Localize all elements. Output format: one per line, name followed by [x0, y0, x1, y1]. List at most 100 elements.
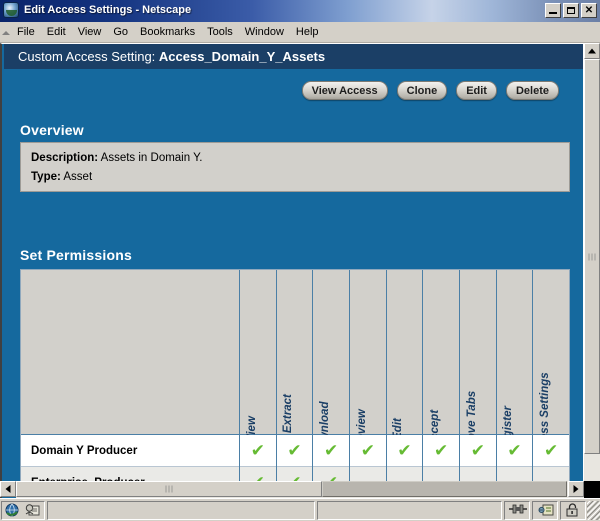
- menu-item-file[interactable]: File: [11, 24, 41, 40]
- window-titlebar[interactable]: Edit Access Settings - Netscape ✕: [0, 0, 600, 22]
- window-hscroll-right-button[interactable]: [568, 481, 584, 497]
- view-access-button[interactable]: View Access: [301, 80, 388, 100]
- action-button-bar: View Access Clone Edit Delete: [2, 77, 583, 103]
- type-value: Asset: [63, 171, 93, 183]
- permissions-table: View Use / Extract Download Review Edit Accep…: [20, 269, 570, 498]
- column-header: Download: [312, 270, 349, 456]
- statusbar-message-panel: [47, 500, 315, 520]
- banner-setting-name: Access_Domain_Y_Assets: [158, 49, 326, 64]
- window-title: Edit Access Settings - Netscape: [24, 4, 192, 16]
- scroll-thumb-grip: [165, 485, 173, 493]
- clone-button[interactable]: Clone: [396, 80, 448, 100]
- permission-cell-checked[interactable]: ✔: [385, 435, 423, 467]
- arrow-up-icon: [588, 48, 596, 54]
- permission-cell-checked[interactable]: ✔: [275, 435, 313, 467]
- vscroll-up-button[interactable]: [584, 43, 600, 59]
- statusbar-connection-panel[interactable]: [504, 500, 530, 520]
- permission-cell-checked[interactable]: ✔: [422, 435, 459, 467]
- plugin-key-icon[interactable]: [537, 503, 554, 518]
- check-icon: ✔: [324, 441, 339, 461]
- menu-item-window[interactable]: Window: [239, 24, 290, 40]
- column-header: Accept: [422, 270, 459, 448]
- arrow-left-icon: [5, 485, 11, 493]
- netscape-globe-icon[interactable]: [5, 503, 21, 518]
- check-icon: ✔: [250, 441, 265, 461]
- overview-section-title: Overview: [20, 122, 84, 138]
- check-icon: ✔: [507, 441, 522, 461]
- permission-cell-checked[interactable]: ✔: [495, 435, 533, 467]
- menu-item-view[interactable]: View: [72, 24, 108, 40]
- window-hscroll-thumb[interactable]: [16, 481, 322, 497]
- statusbar-component-bar: [1, 500, 45, 520]
- menu-item-help[interactable]: Help: [290, 24, 325, 40]
- close-icon: ✕: [584, 5, 594, 16]
- close-button[interactable]: ✕: [581, 3, 597, 18]
- permission-cell-checked[interactable]: ✔: [349, 435, 386, 467]
- page-banner: Custom Access Setting: Access_Domain_Y_A…: [4, 44, 583, 69]
- titlebar-left: Edit Access Settings - Netscape: [3, 2, 191, 18]
- description-value: Assets in Domain Y.: [100, 152, 203, 164]
- window-controls: ✕: [545, 3, 597, 18]
- statusbar-progress-panel: [317, 500, 502, 520]
- column-header: Register: [495, 270, 533, 452]
- window-hscroll-track[interactable]: [16, 481, 584, 498]
- column-header: Edit Access Settings: [532, 270, 569, 486]
- window-horizontal-scrollbar[interactable]: [0, 481, 600, 498]
- statusbar-security-panel[interactable]: [560, 500, 586, 520]
- edit-button[interactable]: Edit: [456, 80, 497, 100]
- menubar-drag-handle[interactable]: [0, 23, 11, 41]
- column-header: Review: [349, 270, 386, 449]
- permission-cell-checked[interactable]: ✔: [239, 435, 276, 467]
- minimize-icon: [549, 12, 557, 14]
- menu-item-bookmarks[interactable]: Bookmarks: [134, 24, 201, 40]
- overview-field-description: Description: Assets in Domain Y.: [31, 149, 559, 168]
- banner-prefix: Custom Access Setting:: [18, 49, 156, 64]
- netscape-globe-icon: [3, 2, 19, 18]
- window-hscroll-left-button[interactable]: [0, 481, 16, 497]
- permission-cell-checked[interactable]: ✔: [312, 435, 349, 467]
- maximize-button[interactable]: [563, 3, 579, 18]
- column-header: Use / Extract: [275, 270, 313, 464]
- permissions-table-header: View Use / Extract Download Review Edit Accep…: [21, 270, 569, 486]
- netscape-window: Edit Access Settings - Netscape ✕ File E…: [0, 0, 600, 521]
- column-header: Approve Tabs: [459, 270, 496, 467]
- page-vertical-scrollbar[interactable]: [583, 43, 600, 498]
- check-icon: ✔: [397, 441, 412, 461]
- overview-panel: Description: Assets in Domain Y. Type: A…: [20, 142, 570, 192]
- type-label: Type:: [31, 171, 61, 183]
- menu-bar: File Edit View Go Bookmarks Tools Window…: [0, 22, 600, 43]
- vscroll-thumb[interactable]: [584, 59, 600, 454]
- check-icon: ✔: [544, 441, 559, 461]
- check-icon: ✔: [434, 441, 449, 461]
- check-icon: ✔: [470, 441, 485, 461]
- permission-cell-checked[interactable]: ✔: [532, 435, 569, 467]
- table-row[interactable]: Domain Y Producer ✔ ✔ ✔ ✔ ✔ ✔ ✔ ✔ ✔: [21, 435, 569, 467]
- permission-cell-checked[interactable]: ✔: [459, 435, 496, 467]
- network-connection-icon[interactable]: [509, 503, 527, 518]
- minimize-button[interactable]: [545, 3, 561, 18]
- check-icon: ✔: [287, 441, 302, 461]
- unlocked-padlock-icon[interactable]: [565, 502, 581, 518]
- column-header: View: [239, 270, 276, 442]
- overview-field-type: Type: Asset: [31, 168, 559, 187]
- window-hscroll-thumb-secondary[interactable]: [322, 481, 567, 497]
- status-bar: [0, 498, 600, 521]
- description-label: Description:: [31, 152, 99, 164]
- set-permissions-section-title: Set Permissions: [20, 247, 132, 263]
- scrollbar-corner-dead: [584, 481, 600, 498]
- menu-item-edit[interactable]: Edit: [41, 24, 72, 40]
- maximize-icon: [567, 7, 575, 14]
- page-content: Custom Access Setting: Access_Domain_Y_A…: [0, 43, 583, 498]
- statusbar-plugin-panel[interactable]: [532, 500, 558, 520]
- vscroll-track[interactable]: [584, 59, 600, 482]
- delete-button[interactable]: Delete: [505, 80, 559, 100]
- column-header: Edit: [385, 270, 423, 440]
- menu-item-tools[interactable]: Tools: [201, 24, 239, 40]
- arrow-right-icon: [573, 485, 579, 493]
- scroll-thumb-grip: [588, 253, 596, 260]
- contact-card-icon[interactable]: [25, 503, 41, 518]
- check-icon: ✔: [360, 441, 375, 461]
- window-resize-grip[interactable]: [587, 500, 600, 520]
- menu-item-go[interactable]: Go: [107, 24, 134, 40]
- row-role-label: Domain Y Producer: [31, 445, 138, 457]
